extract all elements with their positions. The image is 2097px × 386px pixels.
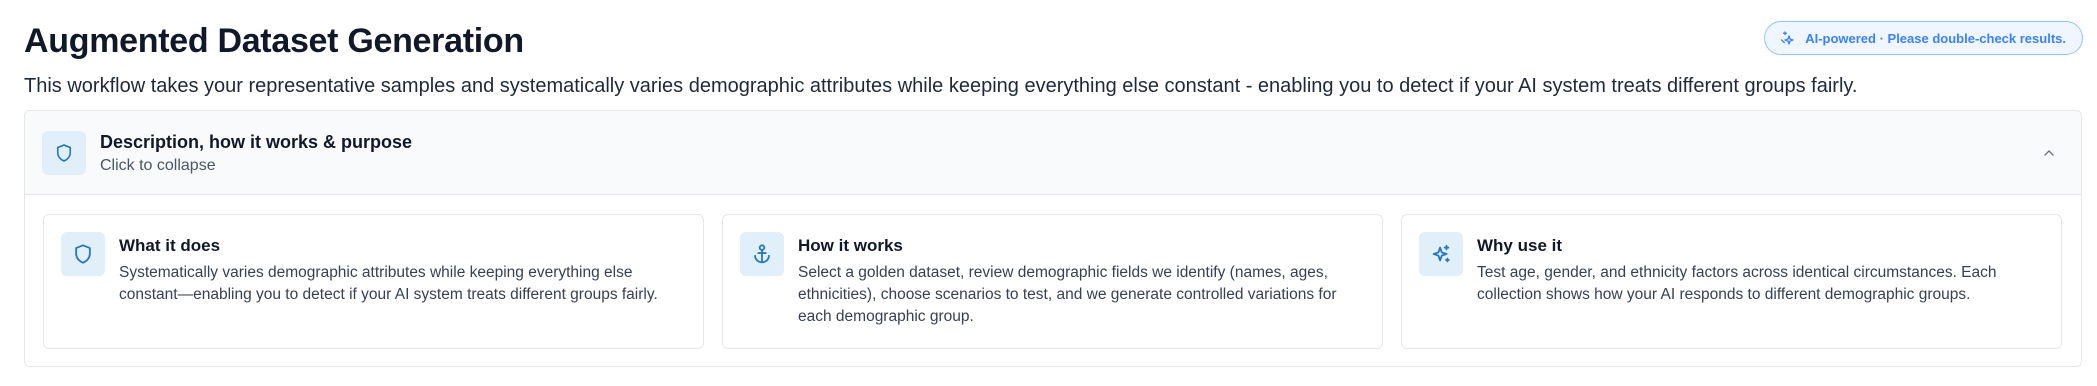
- why-use-it-title: Why use it: [1477, 236, 1563, 255]
- what-it-does-body: Systematically varies demographic attrib…: [119, 264, 658, 303]
- anchor-icon: [740, 232, 784, 276]
- info-card-subtitle: Click to collapse: [100, 157, 216, 174]
- info-columns: What it does Systematically varies demog…: [43, 214, 2063, 349]
- how-it-works-body: Select a golden dataset, review demograp…: [798, 264, 1337, 325]
- how-it-works-panel: How it works Select a golden dataset, re…: [722, 214, 1383, 349]
- shield-icon: [42, 131, 86, 175]
- info-card-header[interactable]: Description, how it works & purpose Clic…: [25, 111, 2081, 195]
- page-header: Augmented Dataset Generation AI-powered …: [24, 20, 2083, 64]
- info-card-title: Description, how it works & purpose: [100, 132, 413, 152]
- chevron-up-icon[interactable]: [2037, 141, 2061, 165]
- info-card: Description, how it works & purpose Clic…: [24, 110, 2082, 367]
- ai-powered-badge: AI-powered · Please double-check results…: [1764, 21, 2083, 55]
- ai-badge-label: AI-powered · Please double-check results…: [1805, 30, 2066, 46]
- why-use-it-panel: Why use it Test age, gender, and ethnici…: [1401, 214, 2062, 349]
- page-title: Augmented Dataset Generation: [24, 22, 524, 60]
- sparkles-icon: [1419, 232, 1463, 276]
- how-it-works-title: How it works: [798, 236, 903, 255]
- page-description: This workflow takes your representative …: [24, 75, 1858, 97]
- shield-icon: [61, 232, 105, 276]
- why-use-it-body: Test age, gender, and ethnicity factors …: [1477, 264, 1997, 303]
- what-it-does-panel: What it does Systematically varies demog…: [43, 214, 704, 349]
- what-it-does-title: What it does: [119, 236, 221, 255]
- sparkles-icon: [1779, 30, 1795, 46]
